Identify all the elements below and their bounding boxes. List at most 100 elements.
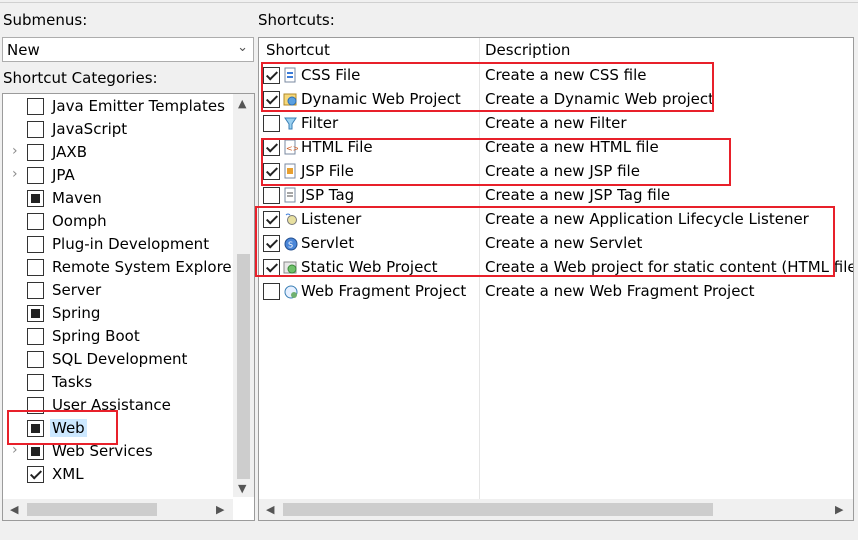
- category-label: User Assistance: [52, 396, 171, 414]
- category-item[interactable]: Maven: [3, 188, 233, 211]
- shortcut-checkbox[interactable]: [263, 211, 280, 228]
- category-item[interactable]: Oomph: [3, 211, 233, 234]
- category-checkbox[interactable]: [27, 420, 44, 437]
- category-item[interactable]: › Web Services: [3, 441, 233, 464]
- category-label: SQL Development: [52, 350, 188, 368]
- category-checkbox[interactable]: [27, 305, 44, 322]
- category-label: Spring Boot: [52, 327, 140, 345]
- shortcut-checkbox[interactable]: [263, 187, 280, 204]
- submenus-label: Submenus:: [3, 11, 88, 29]
- category-checkbox[interactable]: [27, 466, 44, 483]
- category-item[interactable]: Java Emitter Templates: [3, 96, 233, 119]
- category-item[interactable]: Server: [3, 280, 233, 303]
- category-checkbox[interactable]: [27, 98, 44, 115]
- category-checkbox[interactable]: [27, 328, 44, 345]
- shortcut-checkbox[interactable]: [263, 67, 280, 84]
- shortcut-row[interactable]: CSS File Create a new CSS file: [259, 64, 853, 88]
- shortcut-name: JSP Tag: [301, 186, 355, 204]
- shortcut-description: Create a new Filter: [485, 114, 627, 132]
- scroll-thumb[interactable]: [237, 254, 250, 479]
- scroll-thumb[interactable]: [27, 503, 157, 516]
- category-checkbox[interactable]: [27, 121, 44, 138]
- category-checkbox[interactable]: [27, 190, 44, 207]
- scroll-left-icon[interactable]: ◀: [10, 503, 18, 516]
- shortcut-name: Filter: [301, 114, 339, 132]
- shortcut-name: Servlet: [301, 234, 355, 252]
- scroll-down-icon[interactable]: ▼: [238, 482, 246, 495]
- shortcut-checkbox[interactable]: [263, 115, 280, 132]
- shortcut-description: Create a new Application Lifecycle Liste…: [485, 210, 809, 228]
- shortcut-checkbox[interactable]: [263, 163, 280, 180]
- category-checkbox[interactable]: [27, 443, 44, 460]
- shortcut-row[interactable]: <>HTML File Create a new HTML file: [259, 136, 853, 160]
- jsp-file-icon: [284, 163, 296, 179]
- chevron-right-icon[interactable]: ›: [12, 143, 18, 159]
- category-checkbox[interactable]: [27, 144, 44, 161]
- shortcut-checkbox[interactable]: [263, 139, 280, 156]
- shortcut-row[interactable]: Web Fragment Project Create a new Web Fra…: [259, 280, 853, 304]
- shortcut-name: Listener: [301, 210, 362, 228]
- column-header-shortcut-label: Shortcut: [266, 41, 330, 59]
- category-item[interactable]: JavaScript: [3, 119, 233, 142]
- shortcut-checkbox[interactable]: [263, 91, 280, 108]
- shortcut-row[interactable]: Listener Create a new Application Lifecyc…: [259, 208, 853, 232]
- category-item[interactable]: SQL Development: [3, 349, 233, 372]
- category-checkbox[interactable]: [27, 282, 44, 299]
- category-checkbox[interactable]: [27, 167, 44, 184]
- submenus-dropdown[interactable]: New ⌄: [2, 37, 254, 62]
- shortcut-name: Static Web Project: [301, 258, 438, 276]
- scroll-right-icon[interactable]: ▶: [835, 503, 843, 516]
- categories-vertical-scrollbar[interactable]: ▲ ▼: [233, 94, 254, 497]
- category-checkbox[interactable]: [27, 236, 44, 253]
- shortcut-row[interactable]: Dynamic Web Project Create a Dynamic Web …: [259, 88, 853, 112]
- shortcuts-table[interactable]: Shortcut Description CSS File Create a ne…: [258, 37, 854, 521]
- category-checkbox[interactable]: [27, 397, 44, 414]
- shortcut-description: Create a new JSP Tag file: [485, 186, 671, 204]
- shortcut-name: Dynamic Web Project: [301, 90, 461, 108]
- category-item[interactable]: Remote System Explorer: [3, 257, 238, 280]
- shortcut-description: Create a Dynamic Web project: [485, 90, 715, 108]
- shortcuts-horizontal-scrollbar[interactable]: ◀ ▶: [259, 499, 853, 520]
- categories-tree[interactable]: Java Emitter Templates JavaScript › JAXB › JP…: [2, 93, 255, 521]
- category-label: Java Emitter Templates: [52, 97, 225, 115]
- category-item[interactable]: › JPA: [3, 165, 233, 188]
- web-fragment-project-icon: [284, 285, 298, 299]
- category-checkbox[interactable]: [27, 259, 44, 276]
- category-item[interactable]: XML: [3, 464, 233, 487]
- category-label: JavaScript: [52, 120, 128, 138]
- shortcut-description: Create a new CSS file: [485, 66, 647, 84]
- category-item[interactable]: Tasks: [3, 372, 233, 395]
- chevron-right-icon[interactable]: ›: [12, 442, 18, 458]
- shortcut-name: CSS File: [301, 66, 361, 84]
- shortcut-row[interactable]: S Servlet Create a new Servlet: [259, 232, 853, 256]
- category-item[interactable]: Plug-in Development: [3, 234, 233, 257]
- column-header-description[interactable]: Description: [479, 38, 853, 60]
- category-label: Maven: [52, 189, 102, 207]
- shortcut-name: JSP File: [301, 162, 354, 180]
- category-checkbox[interactable]: [27, 374, 44, 391]
- shortcut-row[interactable]: JSP File Create a new JSP file: [259, 160, 853, 184]
- category-item[interactable]: Web: [3, 418, 233, 441]
- shortcut-checkbox[interactable]: [263, 259, 280, 276]
- category-item[interactable]: Spring Boot: [3, 326, 233, 349]
- scroll-left-icon[interactable]: ◀: [266, 503, 274, 516]
- html-file-icon: <>: [284, 139, 298, 155]
- categories-horizontal-scrollbar[interactable]: ◀ ▶: [3, 499, 233, 520]
- category-checkbox[interactable]: [27, 213, 44, 230]
- scroll-right-icon[interactable]: ▶: [216, 503, 224, 516]
- shortcut-row[interactable]: Filter Create a new Filter: [259, 112, 853, 136]
- shortcut-checkbox[interactable]: [263, 235, 280, 252]
- scroll-thumb[interactable]: [283, 503, 713, 516]
- scroll-up-icon[interactable]: ▲: [238, 97, 246, 110]
- chevron-right-icon[interactable]: ›: [12, 166, 18, 182]
- shortcut-row[interactable]: JSP Tag Create a new JSP Tag file: [259, 184, 853, 208]
- category-item[interactable]: › JAXB: [3, 142, 233, 165]
- shortcut-checkbox[interactable]: [263, 283, 280, 300]
- shortcut-row[interactable]: Static Web Project Create a Web project f…: [259, 256, 853, 280]
- column-header-shortcut[interactable]: Shortcut: [259, 38, 479, 60]
- category-item[interactable]: Spring: [3, 303, 233, 326]
- category-checkbox[interactable]: [27, 351, 44, 368]
- category-label: JPA: [52, 166, 75, 184]
- category-item[interactable]: User Assistance: [3, 395, 233, 418]
- svg-text:S: S: [288, 241, 293, 250]
